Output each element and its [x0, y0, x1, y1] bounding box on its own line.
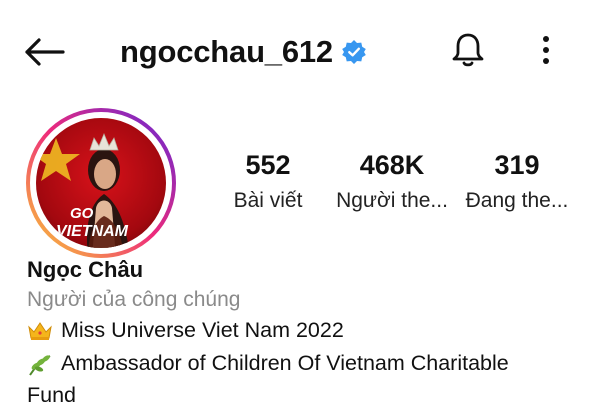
bio-line: Ambassador of Children Of Vietnam Charit… — [27, 351, 509, 376]
followers-count: 468K — [359, 150, 425, 180]
back-arrow-icon — [25, 38, 65, 66]
followers-stat[interactable]: 468K Người the... — [327, 148, 457, 216]
verified-badge-icon — [341, 39, 367, 65]
following-count: 319 — [494, 150, 540, 180]
more-options-button[interactable] — [526, 28, 566, 72]
posts-count: 552 — [245, 150, 291, 180]
more-vertical-icon — [543, 36, 549, 64]
username-area: ngocchau_612 — [120, 30, 367, 74]
avatar[interactable]: GO VIETNAM — [26, 108, 176, 258]
profile-category: Người của công chúng — [27, 288, 241, 311]
notifications-button[interactable] — [446, 28, 490, 72]
bio-description: Ambassador of Children Of Vietnam Charit… — [61, 351, 509, 375]
crown-icon — [27, 320, 53, 342]
svg-text:VIETNAM: VIETNAM — [56, 223, 129, 240]
bio-line: Fund — [27, 383, 76, 408]
following-label: Đang the... — [465, 189, 569, 212]
profile-header: ngocchau_612 — [0, 0, 600, 100]
svg-text:GO: GO — [70, 205, 94, 222]
following-stat[interactable]: 319 Đang the... — [457, 148, 577, 216]
followers-label: Người the... — [336, 189, 448, 212]
posts-label: Bài viết — [233, 189, 303, 212]
display-name: Ngọc Châu — [27, 257, 144, 282]
back-button[interactable] — [22, 30, 66, 74]
username: ngocchau_612 — [120, 34, 333, 69]
bell-icon — [452, 33, 484, 67]
bio-description-continued: Fund — [27, 383, 77, 407]
posts-stat[interactable]: 552 Bài viết — [213, 148, 323, 216]
bio-line: Miss Universe Viet Nam 2022 — [27, 318, 344, 343]
bio-title: Miss Universe Viet Nam 2022 — [61, 318, 344, 342]
herb-icon — [27, 353, 53, 376]
profile-stats: 552 Bài viết 468K Người the... 319 Đang … — [205, 148, 585, 228]
